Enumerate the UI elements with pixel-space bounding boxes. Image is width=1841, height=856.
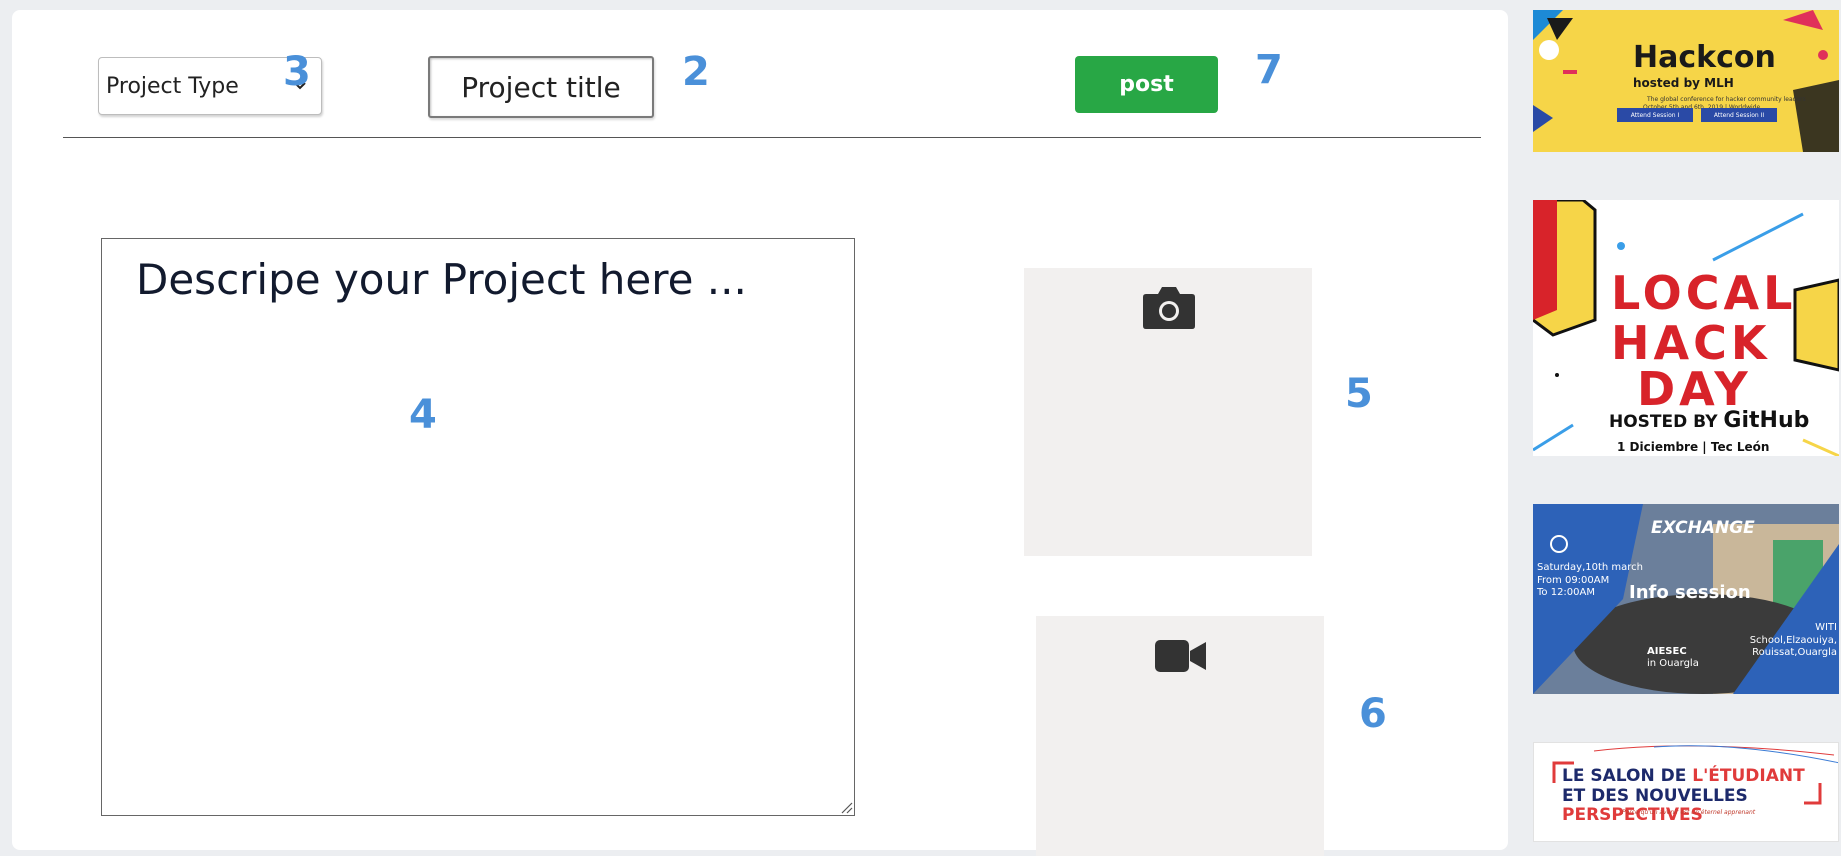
exchange-date: Saturday,10th march From 09:00AM To 12:0… <box>1537 562 1643 600</box>
salon-title: LE SALON DE L'ÉTUDIANT ET DES NOUVELLES … <box>1562 766 1838 826</box>
hackcon-title: Hackcon <box>1633 40 1776 75</box>
ad-exchange[interactable]: EXCHANGE Saturday,10th march From 09:00A… <box>1533 504 1839 694</box>
exchange-location-line-1: WITI School,Elzaouiya, <box>1749 622 1837 646</box>
salon-line-1-b: L'ÉTUDIANT <box>1692 766 1805 786</box>
hackcon-subtitle: hosted by MLH <box>1633 76 1734 90</box>
exchange-date-line-1: Saturday,10th march <box>1537 562 1644 573</box>
toolbar-divider <box>63 137 1481 138</box>
hackcon-description: The global conference for hacker communi… <box>1647 96 1806 103</box>
lhd-place: 1 Diciembre | Tec León <box>1617 440 1770 454</box>
salon-tagline: Parce qu'un avenir est un éternel appren… <box>1622 809 1756 816</box>
annotation-7: 7 <box>1255 47 1283 93</box>
camera-icon <box>1143 287 1195 329</box>
salon-title-line-2: ET DES NOUVELLES PERSPECTIVES <box>1562 785 1838 826</box>
salon-title-line-1: LE SALON DE L'ÉTUDIANT <box>1562 766 1838 787</box>
hackcon-session-2-button[interactable]: Attend Session II <box>1701 108 1777 122</box>
exchange-logo: EXCHANGE <box>1651 518 1755 538</box>
exchange-org-place: in Ouargla <box>1647 658 1699 669</box>
post-button[interactable]: post <box>1075 56 1218 113</box>
project-title-input[interactable] <box>428 56 654 118</box>
exchange-org: AIESEC <box>1647 646 1687 657</box>
annotation-5: 5 <box>1345 371 1373 417</box>
salon-line-2-a: ET DES NOUVELLES <box>1562 785 1748 806</box>
resize-grip-icon[interactable] <box>839 800 853 814</box>
photo-upload-box[interactable] <box>1024 268 1312 556</box>
exchange-info-session: Info session <box>1629 582 1751 603</box>
lhd-line-1: LOCAL <box>1611 266 1797 320</box>
annotation-2: 2 <box>682 49 710 95</box>
description-placeholder: Descripe your Project here ... <box>136 255 747 304</box>
annotation-3: 3 <box>283 49 311 95</box>
video-camera-icon <box>1155 640 1206 672</box>
project-description-textarea[interactable]: Descripe your Project here ... <box>101 238 855 816</box>
exchange-date-line-3: To 12:00AM <box>1537 587 1595 598</box>
exchange-location: WITI School,Elzaouiya, Rouissat,Ouargla <box>1749 622 1837 660</box>
salon-line-1-a: LE SALON DE <box>1562 766 1693 786</box>
ad-salon-etudiant[interactable]: LE SALON DE L'ÉTUDIANT ET DES NOUVELLES … <box>1533 742 1839 842</box>
exchange-date-line-2: From 09:00AM <box>1537 574 1610 586</box>
ad-local-hack-day[interactable]: LOCAL HACK DAY HOSTED BY GitHub 1 Diciem… <box>1533 200 1839 456</box>
annotation-4: 4 <box>409 392 437 438</box>
annotation-6: 6 <box>1359 691 1387 737</box>
lhd-brand: GitHub <box>1723 408 1810 433</box>
post-editor-card: Project Type 3 2 post 7 Descripe your Pr… <box>12 10 1508 856</box>
ad-hackcon[interactable]: Hackcon hosted by MLH The global confere… <box>1533 10 1839 152</box>
hackcon-session-1-button[interactable]: Attend Session I <box>1617 108 1693 122</box>
lhd-hosted-label: HOSTED BY <box>1609 412 1718 432</box>
exchange-location-line-2: Rouissat,Ouargla <box>1752 647 1837 658</box>
video-upload-box[interactable] <box>1036 616 1324 856</box>
project-type-value: Project Type <box>106 73 239 99</box>
lhd-hosted-by: HOSTED BY GitHub <box>1609 408 1809 433</box>
